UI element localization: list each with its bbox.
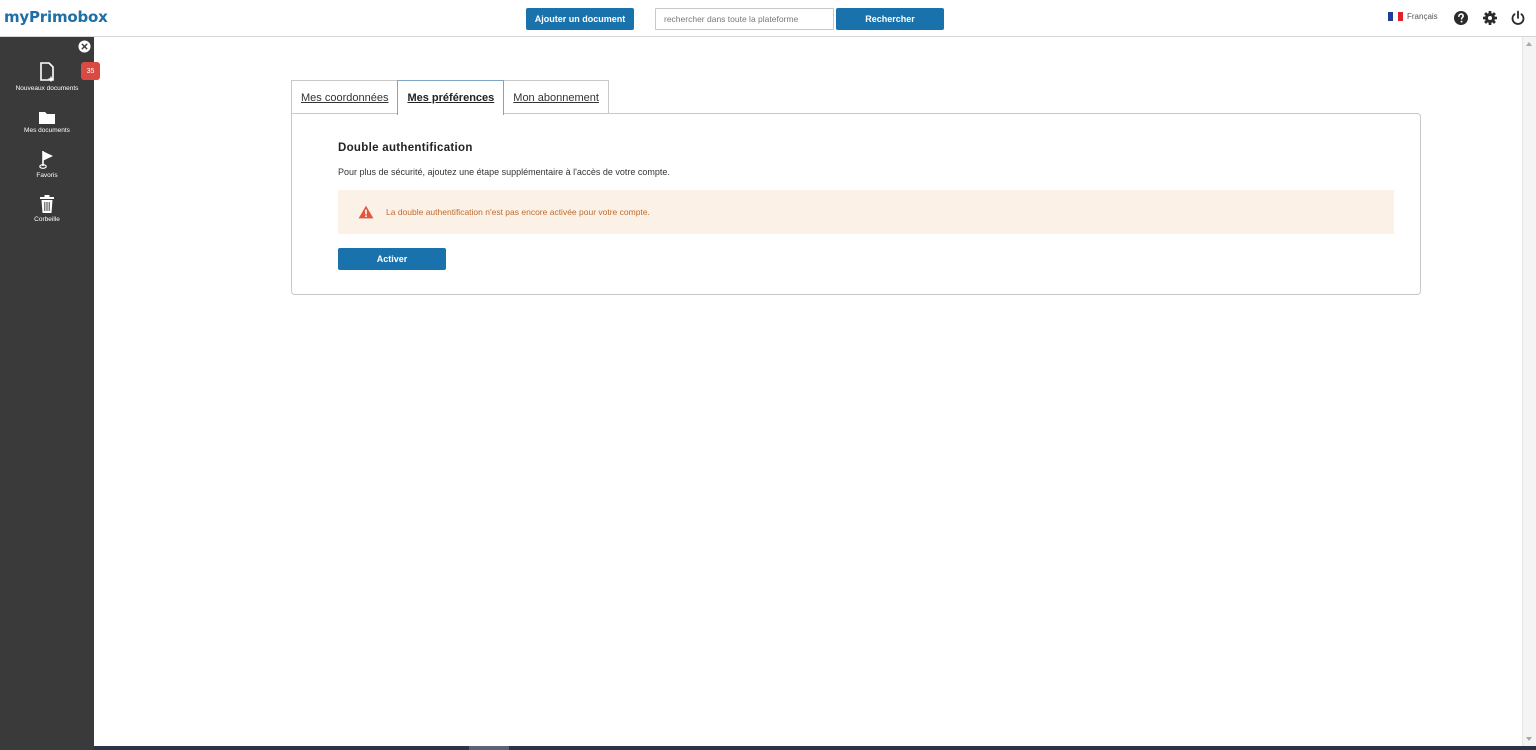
sidebar-item-trash[interactable]: Corbeille — [0, 194, 94, 223]
french-flag-icon — [1388, 12, 1403, 21]
help-icon[interactable] — [1453, 10, 1469, 26]
warning-icon — [358, 205, 374, 219]
sidebar-item-new-documents[interactable]: Nouveaux documents — [0, 61, 94, 92]
search-input[interactable] — [655, 8, 834, 30]
section-description: Pour plus de sécurité, ajoutez une étape… — [338, 167, 670, 177]
scrollbar-thumb[interactable] — [469, 746, 509, 750]
trash-icon — [40, 195, 54, 213]
sidebar-item-favorites[interactable]: Favoris — [0, 149, 94, 179]
sidebar-item-label: Corbeille — [34, 216, 60, 223]
scroll-up-icon[interactable] — [1526, 42, 1532, 46]
section-title: Double authentification — [338, 142, 473, 154]
search-button[interactable]: Rechercher — [836, 8, 944, 30]
preferences-panel: Double authentification Pour plus de séc… — [291, 113, 1421, 295]
vertical-scrollbar[interactable] — [1522, 37, 1536, 746]
sidebar-item-label: Favoris — [36, 172, 58, 179]
language-label: Français — [1407, 12, 1438, 21]
scroll-down-icon[interactable] — [1526, 737, 1532, 741]
power-icon[interactable] — [1510, 10, 1526, 26]
tab-mes-preferences[interactable]: Mes préférences — [397, 80, 505, 115]
add-document-button[interactable]: Ajouter un document — [526, 8, 634, 30]
sidebar-item-my-documents[interactable]: Mes documents — [0, 110, 94, 134]
gear-icon[interactable] — [1482, 10, 1498, 26]
new-documents-count-badge: 35 — [81, 62, 100, 80]
tab-mes-coordonnees[interactable]: Mes coordonnées — [291, 80, 399, 114]
app-logo[interactable]: myPrimobox — [4, 8, 108, 26]
close-sidebar-icon[interactable] — [78, 40, 91, 53]
sidebar-item-label: Nouveaux documents — [15, 85, 79, 92]
tab-mon-abonnement[interactable]: Mon abonnement — [503, 80, 609, 114]
folder-icon — [39, 112, 55, 124]
preferences-tabs: Mes coordonnées Mes préférences Mon abon… — [291, 80, 609, 115]
sidebar: Nouveaux documents 35 Mes documents Favo… — [0, 37, 100, 750]
horizontal-scrollbar[interactable] — [94, 746, 1536, 750]
activate-2fa-button[interactable]: Activer — [338, 248, 446, 270]
sidebar-item-label: Mes documents — [24, 127, 70, 134]
flag-icon — [39, 151, 53, 169]
new-document-icon — [40, 62, 54, 82]
warning-alert: La double authentification n'est pas enc… — [338, 190, 1394, 234]
alert-message: La double authentification n'est pas enc… — [386, 207, 650, 217]
language-selector[interactable]: Français — [1388, 12, 1438, 21]
top-bar: myPrimobox Ajouter un document Recherche… — [0, 0, 1536, 37]
